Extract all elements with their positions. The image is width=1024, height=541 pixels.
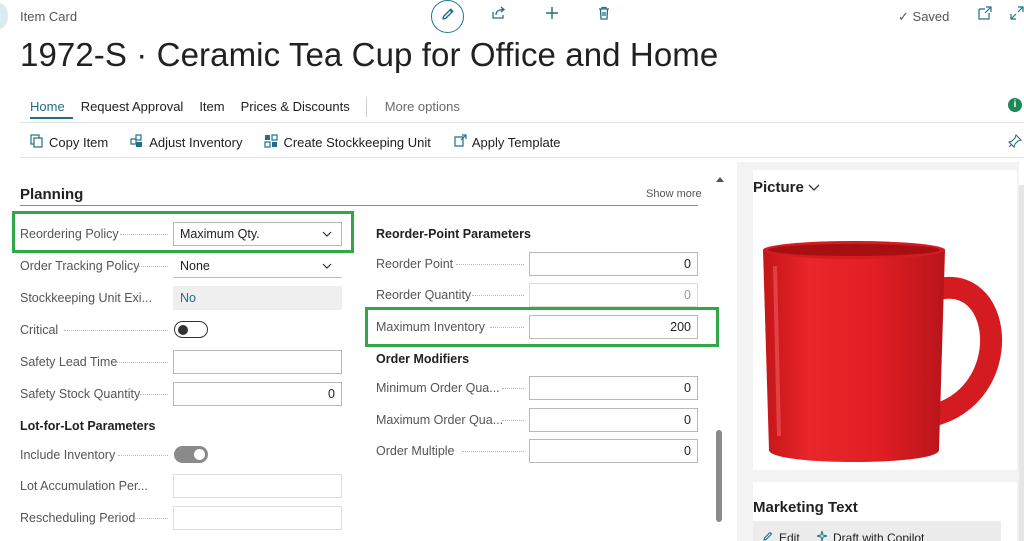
minimum-order-quantity-input[interactable]: 0	[529, 376, 698, 400]
plus-icon	[544, 5, 560, 26]
show-more-link[interactable]: Show more	[646, 188, 702, 200]
item-picture[interactable]	[755, 236, 1015, 472]
open-new-window-button[interactable]	[970, 0, 1000, 30]
factbox-scrollbar[interactable]	[1019, 185, 1024, 541]
lot-for-lot-header: Lot-for-Lot Parameters	[20, 419, 156, 433]
include-inventory-row: Include Inventory	[20, 448, 116, 462]
order-multiple-row: Order Multiple	[376, 444, 455, 458]
pin-icon[interactable]	[1007, 133, 1023, 153]
tab-prices-discounts[interactable]: Prices & Discounts	[233, 99, 358, 119]
expand-icon	[1009, 5, 1024, 26]
copy-item-action[interactable]: Copy Item	[30, 134, 108, 151]
sku-exists-row: Stockkeeping Unit Exi...	[20, 291, 153, 305]
safety-stock-quantity-input[interactable]: 0	[173, 382, 342, 406]
tab-separator	[365, 97, 367, 117]
page-title: 1972-S · Ceramic Tea Cup for Office and …	[20, 36, 719, 73]
share-icon	[491, 5, 507, 26]
adjust-inventory-icon	[130, 134, 144, 151]
minimum-order-quantity-row: Minimum Order Qua...	[376, 381, 500, 395]
order-modifiers-header: Order Modifiers	[376, 352, 470, 366]
rescheduling-period-input[interactable]	[173, 506, 342, 530]
critical-toggle[interactable]	[174, 321, 208, 338]
tab-home[interactable]: Home	[30, 99, 73, 119]
copilot-icon	[816, 530, 828, 541]
nav-indicator	[0, 2, 8, 30]
dots	[456, 264, 524, 265]
dots	[64, 330, 168, 331]
dots	[472, 295, 524, 296]
new-button[interactable]	[537, 0, 567, 30]
highlight-reordering-policy	[12, 211, 354, 253]
apply-template-icon	[453, 134, 467, 151]
trash-icon	[596, 5, 612, 26]
adjust-inventory-action[interactable]: Adjust Inventory	[130, 134, 242, 151]
reorder-point-row: Reorder Point	[376, 257, 454, 271]
highlight-maximum-inventory	[365, 307, 719, 347]
share-button[interactable]	[484, 0, 514, 30]
sku-exists-value[interactable]: No	[173, 286, 342, 310]
vertical-scrollbar-thumb[interactable]	[716, 430, 722, 522]
safety-lead-time-input[interactable]	[173, 350, 342, 374]
reorder-quantity-input[interactable]: 0	[529, 283, 698, 307]
expand-button[interactable]	[1002, 0, 1024, 30]
create-stockkeeping-unit-action[interactable]: Create Stockkeeping Unit	[264, 134, 431, 151]
marketing-edit-action[interactable]: Edit	[762, 530, 800, 541]
rescheduling-period-row: Rescheduling Period	[20, 511, 136, 525]
apply-template-action[interactable]: Apply Template	[453, 134, 561, 151]
scroll-up-arrow-icon[interactable]	[715, 170, 725, 188]
planning-section-title[interactable]: Planning	[20, 186, 83, 203]
action-bar: Copy Item Adjust Inventory Create Stockk…	[30, 134, 561, 151]
order-tracking-policy-select[interactable]: None	[173, 254, 342, 278]
breadcrumb: Item Card	[20, 9, 78, 24]
pencil-icon	[762, 530, 774, 541]
picture-title[interactable]: Picture	[753, 179, 820, 196]
safety-lead-time-row: Safety Lead Time	[20, 355, 118, 369]
safety-stock-quantity-row: Safety Stock Quantity	[20, 387, 141, 401]
lot-accumulation-row: Lot Accumulation Per...	[20, 479, 148, 493]
dots	[140, 394, 168, 395]
dots	[138, 266, 168, 267]
reorder-point-parameters-header: Reorder-Point Parameters	[376, 227, 531, 241]
pencil-icon	[440, 6, 456, 27]
stockkeeping-unit-icon	[264, 134, 279, 151]
saved-status: ✓ Saved	[898, 9, 950, 24]
dots	[502, 420, 524, 421]
chevron-down-icon	[321, 260, 333, 275]
marketing-text-title[interactable]: Marketing Text	[753, 499, 858, 516]
order-tracking-policy-row: Order Tracking Policy	[20, 259, 140, 273]
lot-accumulation-input[interactable]	[173, 474, 342, 498]
dots	[116, 362, 168, 363]
dots	[134, 518, 168, 519]
include-inventory-toggle[interactable]	[174, 446, 208, 463]
tab-more-options[interactable]: More options	[377, 99, 468, 119]
copy-icon	[30, 134, 44, 151]
delete-button[interactable]	[589, 0, 619, 30]
actions-divider	[20, 157, 1024, 158]
chevron-down-icon	[808, 179, 820, 196]
order-multiple-input[interactable]: 0	[529, 439, 698, 463]
maximum-order-quantity-row: Maximum Order Qua...	[376, 413, 504, 427]
draft-with-copilot-action[interactable]: Draft with Copilot	[816, 530, 924, 541]
tab-item[interactable]: Item	[191, 99, 232, 119]
dots	[118, 455, 168, 456]
tab-request-approval[interactable]: Request Approval	[73, 99, 192, 119]
maximum-order-quantity-input[interactable]: 0	[529, 408, 698, 432]
checkmark-icon: ✓	[898, 9, 909, 24]
dots	[462, 451, 524, 452]
action-tabs: Home Request Approval Item Prices & Disc…	[30, 97, 468, 119]
planning-divider	[20, 205, 698, 206]
reorder-point-input[interactable]: 0	[529, 252, 698, 276]
dots	[502, 388, 524, 389]
edit-button[interactable]	[431, 0, 464, 33]
tabs-divider	[20, 122, 1024, 123]
open-new-window-icon	[977, 5, 993, 26]
info-icon[interactable]: i	[1008, 98, 1022, 112]
reorder-quantity-row: Reorder Quantity	[376, 288, 472, 302]
critical-row: Critical	[20, 323, 59, 337]
